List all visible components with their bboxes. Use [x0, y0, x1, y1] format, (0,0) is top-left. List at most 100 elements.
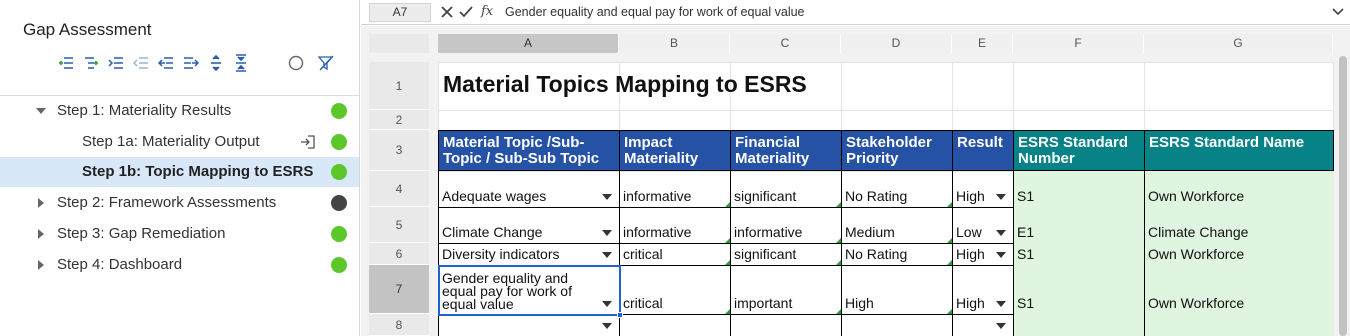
dropdown-arrow-icon[interactable]: [602, 301, 612, 307]
dropdown-arrow-icon[interactable]: [602, 323, 612, 329]
outdent-icon[interactable]: [133, 54, 149, 72]
dropdown-arrow-icon[interactable]: [602, 230, 612, 236]
table-cell[interactable]: important: [730, 265, 842, 315]
table-header-cell[interactable]: ESRS Standard Number: [1013, 130, 1145, 171]
table-cell[interactable]: Climate Change: [438, 207, 620, 244]
fill-handle[interactable]: [617, 312, 623, 318]
table-cell[interactable]: informative: [619, 207, 731, 244]
move-up-level-icon[interactable]: [158, 54, 174, 72]
table-cell[interactable]: High: [841, 265, 953, 315]
function-icon[interactable]: fx: [481, 4, 493, 19]
indent-icon[interactable]: [108, 54, 124, 72]
tree-item-step4[interactable]: Step 4: Dashboard: [0, 250, 359, 280]
table-cell[interactable]: informative: [730, 207, 842, 244]
column-header-c[interactable]: C: [730, 34, 841, 53]
table-cell[interactable]: critical: [619, 243, 731, 266]
collapse-all-icon[interactable]: [233, 54, 249, 72]
select-all-corner[interactable]: [369, 34, 429, 53]
table-cell[interactable]: [619, 314, 731, 336]
table-cell[interactable]: informative: [619, 171, 731, 208]
row-header-2[interactable]: 2: [369, 110, 429, 130]
tree-item-step2[interactable]: Step 2: Framework Assessments: [0, 188, 359, 218]
move-down-level-icon[interactable]: [183, 54, 199, 72]
table-header-cell[interactable]: Result: [952, 130, 1014, 171]
table-cell[interactable]: No Rating: [841, 243, 953, 266]
table-cell[interactable]: Low: [952, 207, 1014, 244]
dropdown-arrow-icon[interactable]: [602, 194, 612, 200]
row-header-8[interactable]: 8: [369, 314, 429, 336]
table-cell[interactable]: Climate Change: [1144, 207, 1334, 244]
table-header-cell[interactable]: Stakeholder Priority: [841, 130, 953, 171]
dropdown-arrow-icon[interactable]: [996, 301, 1006, 307]
caret-right-icon[interactable]: [36, 260, 46, 270]
tree-item-step1b[interactable]: Step 1b: Topic Mapping to ESRS: [0, 157, 359, 187]
table-cell[interactable]: E1: [1013, 207, 1145, 244]
table-cell[interactable]: No Rating: [841, 171, 953, 208]
table-header-cell[interactable]: Material Topic /Sub-Topic / Sub-Sub Topi…: [438, 130, 620, 171]
table-header-cell[interactable]: Financial Materiality: [730, 130, 842, 171]
circle-icon[interactable]: [288, 54, 304, 72]
expand-all-icon[interactable]: [208, 54, 224, 72]
table-cell[interactable]: [438, 314, 620, 336]
chevron-down-icon[interactable]: [1332, 7, 1344, 17]
table-cell[interactable]: Own Workforce: [1144, 243, 1334, 266]
dropdown-arrow-icon[interactable]: [996, 230, 1006, 236]
scrollbar-thumb[interactable]: [1339, 56, 1347, 336]
tree-item-label: Step 1: Materiality Results: [57, 102, 232, 119]
tree-item-step1a[interactable]: Step 1a: Materiality Output: [0, 127, 359, 157]
clear-filter-icon[interactable]: [318, 54, 334, 72]
sign-in-icon[interactable]: [300, 134, 316, 150]
dropdown-arrow-icon[interactable]: [602, 252, 612, 258]
column-header-a[interactable]: A: [438, 34, 619, 53]
add-child-icon[interactable]: [83, 54, 99, 72]
table-cell[interactable]: [952, 314, 1014, 336]
column-header-b[interactable]: B: [619, 34, 730, 53]
table-header-cell[interactable]: Impact Materiality: [619, 130, 731, 171]
table-cell[interactable]: S1: [1013, 243, 1145, 266]
caret-right-icon[interactable]: [36, 229, 46, 239]
row-header-3[interactable]: 3: [369, 130, 429, 171]
table-cell[interactable]: [730, 314, 842, 336]
formula-input[interactable]: Gender equality and equal pay for work o…: [505, 5, 805, 19]
table-cell[interactable]: High: [952, 265, 1014, 315]
table-cell[interactable]: critical: [619, 265, 731, 315]
row-header-6[interactable]: 6: [369, 243, 429, 265]
table-cell[interactable]: Adequate wages: [438, 171, 620, 208]
column-header-e[interactable]: E: [952, 34, 1013, 53]
sheet-title[interactable]: Material Topics Mapping to ESRS: [443, 71, 807, 98]
table-cell[interactable]: [1144, 314, 1334, 336]
table-cell[interactable]: [1013, 314, 1145, 336]
dropdown-arrow-icon[interactable]: [996, 194, 1006, 200]
cell-reference-box[interactable]: A7: [369, 3, 431, 22]
table-header-cell[interactable]: ESRS Standard Name: [1144, 130, 1334, 171]
dropdown-arrow-icon[interactable]: [996, 323, 1006, 329]
table-cell[interactable]: significant: [730, 243, 842, 266]
caret-down-icon[interactable]: [36, 106, 46, 116]
row-header-1[interactable]: 1: [369, 62, 429, 110]
table-cell[interactable]: Own Workforce: [1144, 265, 1334, 315]
table-cell[interactable]: Gender equality and equal pay for work o…: [438, 265, 620, 315]
tree-item-step1[interactable]: Step 1: Materiality Results: [0, 96, 359, 126]
table-cell[interactable]: Medium: [841, 207, 953, 244]
table-cell[interactable]: High: [952, 243, 1014, 266]
table-cell[interactable]: Diversity indicators: [438, 243, 620, 266]
table-cell[interactable]: significant: [730, 171, 842, 208]
row-header-7[interactable]: 7: [369, 265, 429, 314]
row-header-5[interactable]: 5: [369, 207, 429, 243]
vertical-scrollbar[interactable]: [1338, 56, 1348, 336]
table-cell[interactable]: S1: [1013, 265, 1145, 315]
cancel-icon[interactable]: [440, 5, 454, 19]
tree-item-step3[interactable]: Step 3: Gap Remediation: [0, 219, 359, 249]
dropdown-arrow-icon[interactable]: [996, 252, 1006, 258]
confirm-icon[interactable]: [459, 5, 473, 19]
table-cell[interactable]: [841, 314, 953, 336]
table-cell[interactable]: S1: [1013, 171, 1145, 208]
row-header-4[interactable]: 4: [369, 171, 429, 207]
add-sibling-icon[interactable]: [58, 54, 74, 72]
caret-right-icon[interactable]: [36, 198, 46, 208]
table-cell[interactable]: Own Workforce: [1144, 171, 1334, 208]
column-header-g[interactable]: G: [1144, 34, 1333, 53]
column-header-d[interactable]: D: [841, 34, 952, 53]
column-header-f[interactable]: F: [1013, 34, 1144, 53]
table-cell[interactable]: High: [952, 171, 1014, 208]
